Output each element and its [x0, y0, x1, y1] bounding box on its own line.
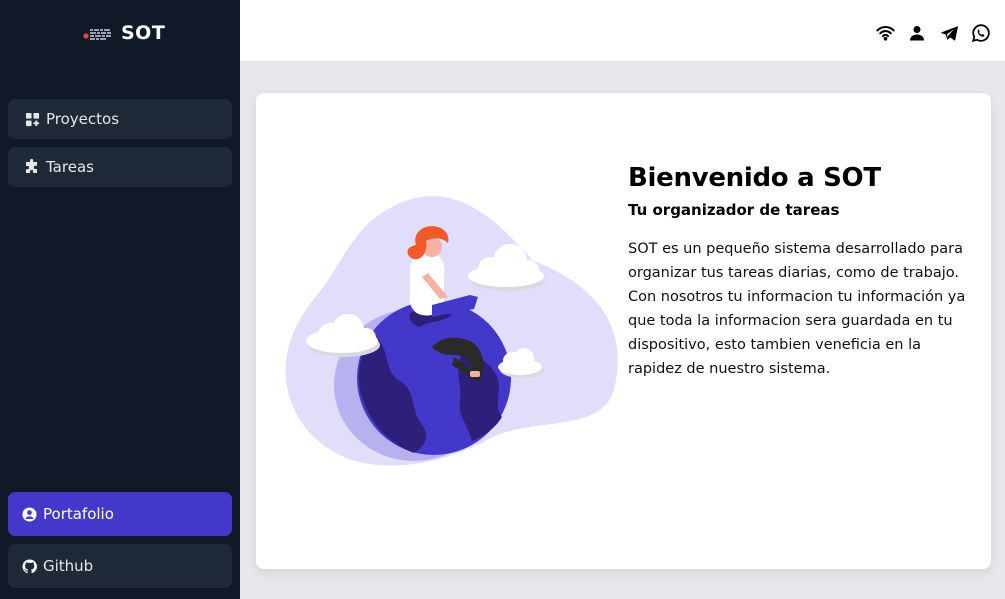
- sidebar-item-label: Github: [43, 557, 94, 575]
- logo-mark-icon: [83, 23, 115, 43]
- welcome-card: Bienvenido a SOT Tu organizador de tarea…: [256, 93, 991, 569]
- user-icon[interactable]: [907, 23, 927, 43]
- page-description: SOT es un pequeño sistema desarrollado p…: [628, 241, 966, 377]
- github-icon: [21, 558, 37, 574]
- header-icons: [875, 23, 991, 43]
- sidebar-item-github[interactable]: Github: [8, 544, 232, 588]
- whatsapp-icon[interactable]: [971, 23, 991, 43]
- sidebar-item-tareas[interactable]: Tareas: [8, 147, 232, 187]
- app-logo[interactable]: SOT: [83, 22, 165, 44]
- telegram-icon[interactable]: [939, 23, 959, 43]
- sidebar-item-label: Portafolio: [43, 505, 114, 523]
- sidebar-item-portafolio[interactable]: Portafolio: [8, 492, 232, 536]
- welcome-content: Bienvenido a SOT Tu organizador de tarea…: [628, 163, 968, 381]
- sidebar-item-proyectos[interactable]: Proyectos: [8, 99, 232, 139]
- top-bar: [240, 0, 1005, 61]
- projects-icon: [24, 111, 40, 127]
- world-illustration: [282, 185, 622, 475]
- page-subtitle: Tu organizador de tareas: [628, 201, 840, 219]
- user-circle-icon: [21, 506, 37, 522]
- app-name: SOT: [121, 22, 166, 44]
- sidebar-item-label: Proyectos: [46, 110, 120, 128]
- sidebar-item-label: Tareas: [46, 158, 94, 176]
- page-title: Bienvenido a SOT: [628, 163, 881, 193]
- puzzle-icon: [24, 159, 40, 175]
- wifi-icon[interactable]: [875, 23, 895, 43]
- sidebar: SOT Proyectos Tareas Portafolio Github: [0, 0, 240, 599]
